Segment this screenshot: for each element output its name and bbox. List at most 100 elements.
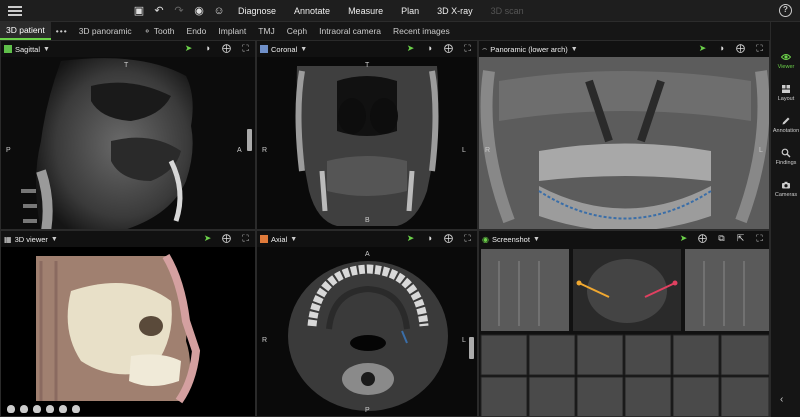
panel-title: Panoramic (lower arch) (490, 44, 568, 54)
tab-implant[interactable]: Implant (212, 22, 252, 40)
orientation-top: T (124, 62, 129, 69)
pointer-icon[interactable]: ➤ (678, 233, 689, 244)
pencil-icon (782, 117, 790, 125)
panoramic-image (479, 57, 769, 229)
fullscreen-icon[interactable]: ⛶ (240, 43, 251, 54)
center-icon[interactable]: ⨁ (443, 233, 454, 244)
orientation-top: T (365, 62, 370, 69)
orientation-left: P (6, 147, 11, 154)
sagittal-ct-image (1, 57, 255, 229)
orientation-bottom: P (365, 407, 370, 414)
sidebar-label-cameras: Cameras (774, 192, 798, 198)
help-icon[interactable]: ? (779, 4, 792, 17)
fullscreen-icon[interactable]: ⛶ (462, 233, 473, 244)
chevron-down-icon[interactable]: ▼ (43, 46, 50, 53)
slice-scrollbar[interactable] (469, 337, 474, 359)
pointer-icon[interactable]: ➤ (202, 233, 213, 244)
fullscreen-icon[interactable]: ⛶ (754, 233, 765, 244)
sidebar-label-annotation: Annotation (772, 128, 800, 134)
center-icon[interactable]: ⨁ (735, 43, 746, 54)
fullscreen-icon[interactable]: ⛶ (462, 43, 473, 54)
menu-measure[interactable]: Measure (348, 6, 383, 16)
tab-tooth[interactable]: ⚬ Tooth (138, 22, 181, 40)
center-icon[interactable]: ⨁ (697, 233, 708, 244)
chevron-down-icon[interactable]: ▼ (290, 236, 297, 243)
chevron-down-icon[interactable]: ▼ (533, 236, 540, 243)
tab-ceph[interactable]: Ceph (281, 22, 313, 40)
contrast-icon[interactable]: ◑ (716, 43, 727, 54)
pointer-icon[interactable]: ➤ (405, 233, 416, 244)
save-icon[interactable]: ▣ (133, 5, 145, 17)
panel-sagittal[interactable]: Sagittal ▼ ➤ ◑ ⨁ ⛶ T P A (0, 40, 256, 230)
contrast-icon[interactable]: ◑ (202, 43, 213, 54)
redo-icon[interactable]: ↷ (173, 5, 185, 17)
menu-3d-xray[interactable]: 3D X-ray (437, 6, 473, 16)
skull-left-icon[interactable] (20, 405, 28, 413)
face-icon[interactable]: ☺ (213, 5, 225, 17)
panel-axial[interactable]: Axial ▼ ➤ ◑ ⨁ ⛶ A R L P (256, 230, 478, 417)
menu-3d-scan[interactable]: 3D scan (491, 6, 524, 16)
fullscreen-icon[interactable]: ⛶ (240, 233, 251, 244)
panel-3d-viewer[interactable]: ▦ 3D viewer ▼ ➤ ⨁ ⛶ (0, 230, 256, 417)
menu-annotate[interactable]: Annotate (294, 6, 330, 16)
tab-3d-patient[interactable]: 3D patient (0, 22, 51, 40)
tab-more[interactable]: ••• (51, 22, 73, 40)
axial-ct-image (257, 247, 477, 416)
skull-back-icon[interactable] (72, 405, 80, 413)
dental-icon[interactable]: ◉ (193, 5, 205, 17)
contrast-icon[interactable]: ◑ (424, 43, 435, 54)
panel-screenshot[interactable]: ◉ Screenshot ▼ ➤ ⨁ ⧉ ⇱ ⛶ (478, 230, 770, 417)
sidebar-item-viewer[interactable]: Viewer (771, 52, 800, 70)
fullscreen-icon[interactable]: ⛶ (754, 43, 765, 54)
center-icon[interactable]: ⨁ (443, 43, 454, 54)
panel-title: Coronal (271, 44, 298, 54)
tab-intraoral-camera[interactable]: Intraoral camera (313, 22, 387, 40)
right-sidebar: Viewer Layout Annotation Findings Camera… (770, 22, 800, 417)
tab-tmj[interactable]: TMJ (252, 22, 281, 40)
menu-icon[interactable] (8, 4, 22, 18)
tmj-screenshot-image (479, 247, 769, 416)
tab-3d-panoramic[interactable]: 3D panoramic (73, 22, 138, 40)
center-icon[interactable]: ⨁ (221, 233, 232, 244)
pointer-icon[interactable]: ➤ (405, 43, 416, 54)
orientation-left: R (485, 147, 491, 154)
panel-coronal[interactable]: Coronal ▼ ➤ ◑ ⨁ ⛶ T R L B (256, 40, 478, 230)
chevron-down-icon[interactable]: ▼ (571, 46, 578, 53)
contrast-icon[interactable]: ◑ (424, 233, 435, 244)
tab-recent-images[interactable]: Recent images (387, 22, 456, 40)
export-icon[interactable]: ⇱ (735, 233, 746, 244)
magnify-icon (781, 148, 791, 158)
collapse-sidebar-icon[interactable]: ‹ (780, 394, 783, 405)
chevron-down-icon[interactable]: ▼ (51, 236, 58, 243)
skull-right-icon[interactable] (33, 405, 41, 413)
sidebar-item-cameras[interactable]: Cameras (771, 180, 800, 198)
orientation-left: R (262, 337, 268, 344)
panel-panoramic[interactable]: ⌢ Panoramic (lower arch) ▼ ➤ ◑ ⨁ ⛶ R L (478, 40, 770, 230)
center-icon[interactable]: ⨁ (221, 43, 232, 54)
sidebar-item-layout[interactable]: Layout (771, 84, 800, 102)
panel-title: Screenshot (491, 234, 530, 244)
chevron-down-icon[interactable]: ▼ (300, 46, 307, 53)
tab-endo[interactable]: Endo (181, 22, 213, 40)
sidebar-label-findings: Findings (775, 160, 797, 166)
slice-scrollbar[interactable] (247, 129, 252, 151)
panel-title: 3D viewer (14, 234, 48, 244)
sidebar-item-annotation[interactable]: Annotation (771, 116, 800, 134)
view-color-swatch (260, 235, 268, 243)
eye-icon (781, 54, 791, 60)
sidebar-item-findings[interactable]: Findings (771, 148, 800, 166)
3d-skull-render (1, 247, 255, 416)
cube-icon: ▦ (4, 234, 12, 244)
orientation-bottom: B (365, 217, 370, 224)
menu-plan[interactable]: Plan (401, 6, 419, 16)
camera-icon: ◉ (482, 234, 489, 244)
restore-icon[interactable]: ⧉ (716, 233, 727, 244)
undo-icon[interactable]: ↶ (153, 5, 165, 17)
orientation-top: A (365, 251, 370, 258)
pointer-icon[interactable]: ➤ (697, 43, 708, 54)
skull-front-icon[interactable] (7, 405, 15, 413)
skull-bottom-icon[interactable] (59, 405, 67, 413)
pointer-icon[interactable]: ➤ (183, 43, 194, 54)
menu-diagnose[interactable]: Diagnose (238, 6, 276, 16)
skull-top-icon[interactable] (46, 405, 54, 413)
